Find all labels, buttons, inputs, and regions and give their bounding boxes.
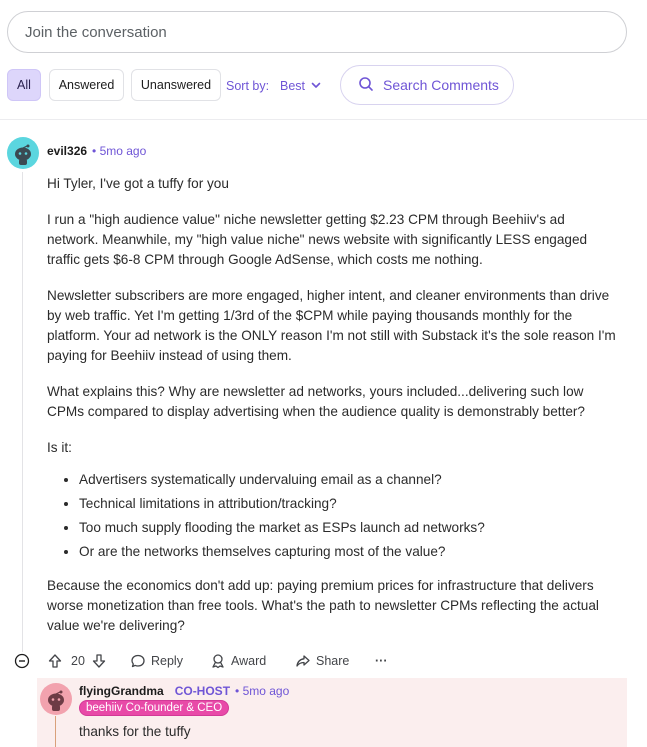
filter-answered-label: Answered <box>58 78 115 92</box>
comment-composer-input[interactable]: Join the conversation <box>7 11 627 53</box>
co-host-label: CO-HOST <box>174 684 231 698</box>
comment-paragraph: What explains this? Why are newsletter a… <box>47 384 585 419</box>
list-item: Too much supply flooding the market as E… <box>79 518 619 538</box>
upvote-icon <box>48 654 62 668</box>
avatar[interactable] <box>7 137 39 169</box>
share-label: Share <box>316 654 350 668</box>
comment-closing: Because the economics don't add up: payi… <box>47 578 599 633</box>
award-label: Award <box>231 654 267 668</box>
upvote-button[interactable] <box>47 651 63 671</box>
sort-by-label: Sort by: <box>226 79 270 93</box>
comment-actions: 20 Reply Award Share ··· <box>14 651 414 671</box>
comment-time: • 5mo ago <box>92 144 147 158</box>
list-item: Or are the networks themselves capturing… <box>79 542 619 562</box>
comment-body: Hi Tyler, I've got a tuffy for you I run… <box>47 174 619 652</box>
reply-time: • 5mo ago <box>235 684 290 698</box>
search-comments-label: Search Comments <box>383 77 499 93</box>
reply-text: thanks for the tuffy <box>79 724 191 739</box>
role-badge-label: beehiiv Co-founder & CEO <box>86 702 223 714</box>
collapse-thread-button[interactable] <box>14 651 30 671</box>
list-item: Technical limitations in attribution/tra… <box>79 494 619 514</box>
share-icon <box>296 655 310 667</box>
comment-header: evil326 • 5mo ago <box>47 144 146 158</box>
reply-button[interactable]: Reply <box>130 651 183 671</box>
comment-paragraph: I run a "high audience value" niche news… <box>47 212 588 267</box>
comment-paragraph: Newsletter subscribers are more engaged,… <box>47 288 616 363</box>
chat-bubble-icon <box>131 654 145 668</box>
robot-avatar-icon <box>48 690 64 711</box>
comment-paragraph: Is it: <box>47 440 72 455</box>
list-item: Advertisers systematically undervaluing … <box>79 470 619 490</box>
filter-unanswered-label: Unanswered <box>140 78 212 92</box>
award-icon <box>212 654 224 669</box>
composer-placeholder: Join the conversation <box>25 23 167 41</box>
reply-author[interactable]: flyingGrandma <box>79 684 164 698</box>
comment-author[interactable]: evil326 <box>47 144 87 158</box>
filter-all-chip[interactable]: All <box>7 69 41 101</box>
robot-avatar-icon <box>15 144 31 165</box>
thread-line <box>22 172 23 652</box>
sort-dropdown[interactable]: Best <box>280 79 321 93</box>
downvote-icon <box>92 654 106 668</box>
thread-line <box>55 716 56 747</box>
filter-all-label: All <box>17 78 31 92</box>
award-button[interactable]: Award <box>210 651 266 671</box>
role-badge: beehiiv Co-founder & CEO <box>79 700 230 716</box>
search-icon <box>358 76 374 95</box>
comment-paragraph: Hi Tyler, I've got a tuffy for you <box>47 176 229 191</box>
avatar[interactable] <box>40 683 72 715</box>
reply-header: flyingGrandma CO-HOST • 5mo ago <box>79 684 289 698</box>
more-options-button[interactable]: ··· <box>375 651 388 671</box>
reply-label: Reply <box>151 654 183 668</box>
search-comments-button[interactable]: Search Comments <box>340 65 514 105</box>
vote-count: 20 <box>71 654 85 668</box>
divider <box>0 119 647 120</box>
filter-unanswered-chip[interactable]: Unanswered <box>131 69 221 101</box>
comment-filters: All Answered Unanswered Sort by: Best Se… <box>7 65 637 105</box>
filter-answered-chip[interactable]: Answered <box>49 69 124 101</box>
share-button[interactable]: Share <box>295 651 349 671</box>
downvote-button[interactable] <box>91 651 107 671</box>
comment-bullet-list: Advertisers systematically undervaluing … <box>79 470 619 562</box>
chevron-down-icon <box>311 79 321 93</box>
collapse-icon <box>14 653 30 669</box>
sort-value: Best <box>280 79 306 93</box>
